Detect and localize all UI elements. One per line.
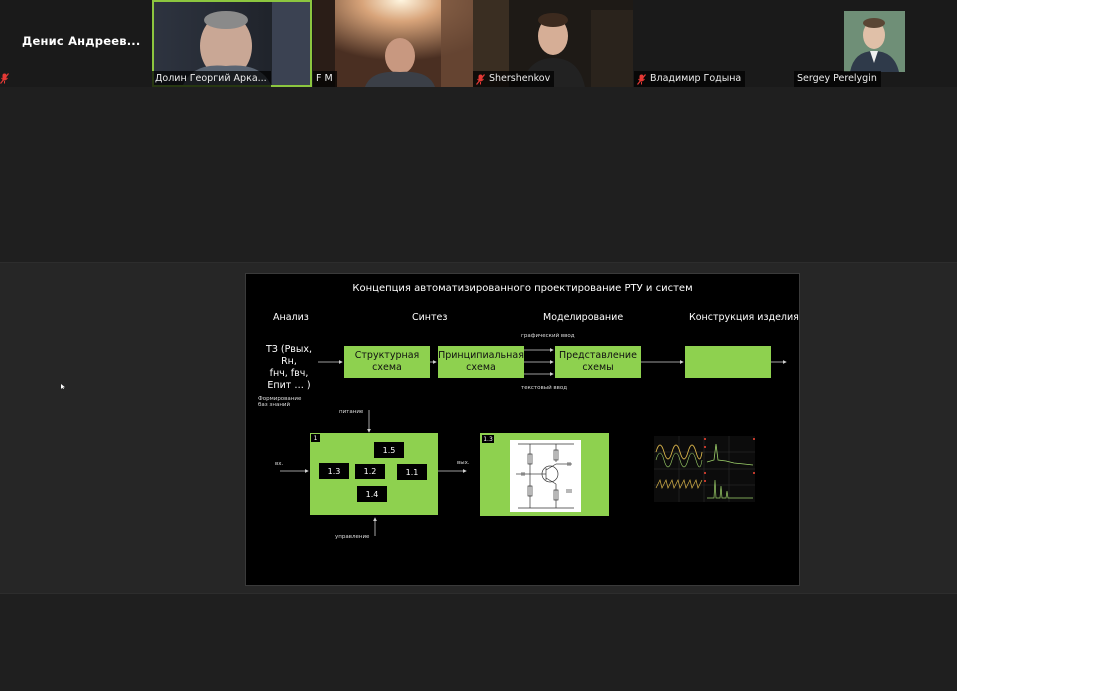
shared-slide: Концепция автоматизированного проектиров… (245, 273, 800, 586)
box-principal-scheme: Принципиальная схема (438, 346, 524, 378)
muted-mic-icon (476, 73, 485, 85)
box-structural-scheme: Структурная схема (344, 346, 430, 378)
label-formation: Формирование баз знаний (258, 396, 301, 408)
participant-tile-perelygin[interactable]: Sergey Perelygin (794, 0, 954, 87)
label-line: баз знаний (258, 402, 291, 408)
meeting-window: Денис Андреев... Долин Георгий Арка... F… (0, 0, 957, 691)
label-power: питание (339, 409, 364, 415)
participant-tile-shershenkov[interactable]: Shershenkov (473, 0, 633, 87)
oscillogram-panel (654, 436, 755, 502)
participant-name: Владимир Годына (650, 73, 742, 84)
participant-name: F M (316, 73, 333, 84)
participant-caption: F M (313, 71, 337, 87)
participant-caption: Владимир Годына (634, 71, 746, 87)
divider (0, 593, 957, 594)
transistor-circuit (510, 440, 581, 512)
participant-tile-godyna[interactable]: Владимир Годына (634, 0, 794, 87)
participant-name: Sergey Perelygin (797, 73, 877, 84)
block-1-4: 1.4 (357, 486, 387, 502)
participant-caption: Долин Георгий Арка... (152, 71, 271, 87)
circuit-tag: 1.3 (482, 435, 494, 443)
block-1-3: 1.3 (319, 463, 349, 479)
muted-mic-icon (0, 73, 9, 84)
participant-tile-dolin[interactable]: Долин Георгий Арка... (152, 0, 312, 87)
participant-strip: Денис Андреев... Долин Георгий Арка... F… (0, 0, 957, 87)
block-tag: 1 (311, 434, 320, 442)
mouse-pointer-icon (61, 384, 65, 389)
box-product-construction (685, 346, 771, 378)
participant-name: Shershenkov (489, 73, 551, 84)
diagram-arrows (280, 348, 787, 536)
label-text-input: текстовый ввод (521, 385, 568, 391)
label-output: вых. (457, 460, 470, 466)
label-graphic-input: графический ввод (521, 333, 575, 339)
block-1-5: 1.5 (374, 442, 404, 458)
participant-avatar (844, 11, 905, 72)
participant-video (313, 0, 473, 87)
block-1-2: 1.2 (355, 464, 385, 479)
participant-name-large: Денис Андреев... (22, 34, 141, 48)
box-scheme-representation: Представление схемы (555, 346, 641, 378)
participant-caption: Shershenkov (473, 71, 555, 87)
muted-mic-icon (637, 73, 646, 85)
label-control: управление (335, 534, 370, 540)
participant-caption: Sergey Perelygin (794, 71, 881, 87)
block-1-1: 1.1 (397, 464, 427, 480)
participant-name: Долин Георгий Арка... (155, 73, 267, 84)
participant-tile-andreev[interactable]: Денис Андреев... (0, 0, 152, 87)
participant-tile-fm[interactable]: F M (313, 0, 473, 87)
label-input: вх. (275, 461, 284, 467)
